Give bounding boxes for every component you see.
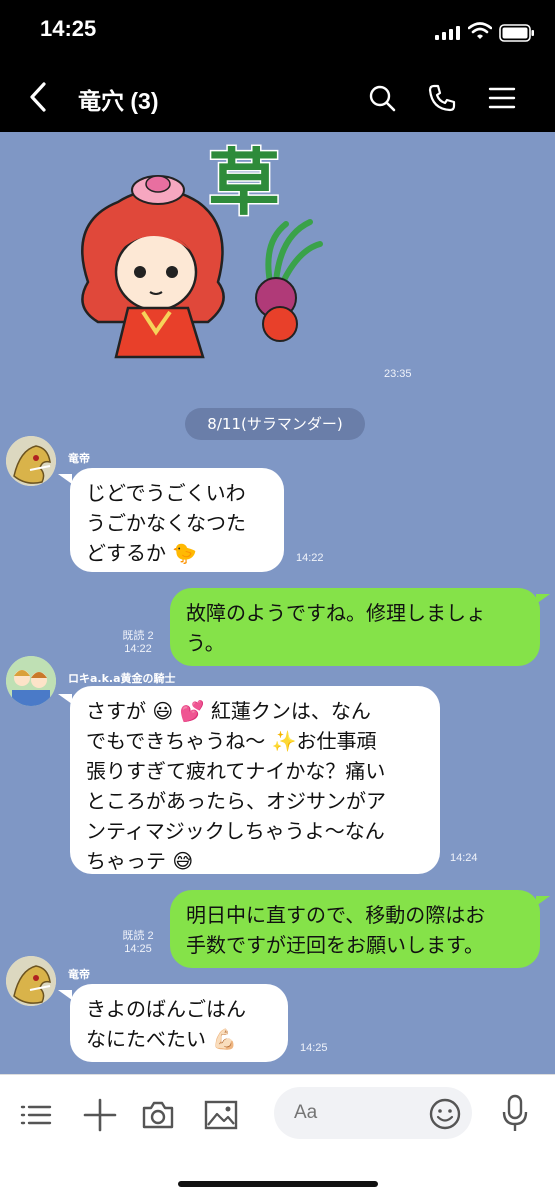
search-icon[interactable] [366, 82, 398, 114]
status-bar: 14:25 [0, 0, 555, 62]
sender-name: ロキa.k.a黄金の騎士 [68, 672, 176, 685]
emoji-icon[interactable] [428, 1097, 462, 1131]
input-bar [0, 1074, 555, 1200]
mic-icon[interactable] [500, 1093, 530, 1133]
phone-icon[interactable] [426, 82, 458, 114]
image-icon[interactable] [203, 1097, 239, 1133]
chat-area[interactable]: 草 23:35 8/11(サラマンダー) 竜帝 じどでうごくいわ うごかなくなつ… [0, 132, 555, 1074]
dragon-avatar-icon [6, 436, 56, 486]
message-time: 14:24 [450, 852, 478, 864]
message-bubble[interactable]: 故障のようですね。修理しましょ う。 [170, 588, 540, 666]
people-avatar-icon [6, 656, 56, 706]
battery-icon [499, 24, 534, 42]
wifi-icon [468, 22, 492, 39]
message-time: 14:22 [296, 552, 324, 564]
home-indicator [178, 1181, 378, 1187]
message-bubble[interactable]: 明日中に直すので、移動の際はお 手数ですが迂回をお願いします。 [170, 890, 540, 968]
camera-icon[interactable] [140, 1097, 176, 1133]
read-receipt: 既読 2 14:22 [122, 630, 154, 655]
avatar[interactable] [6, 656, 56, 706]
sender-name: 竜帝 [68, 452, 90, 465]
status-time: 14:25 [40, 16, 97, 41]
avatar[interactable] [6, 956, 56, 1006]
hamburger-icon[interactable] [486, 82, 518, 114]
sender-name: 竜帝 [68, 968, 90, 981]
message-time: 14:25 [300, 1042, 328, 1054]
date-separator: 8/11(サラマンダー) [185, 408, 365, 440]
chevron-left-icon[interactable] [24, 80, 54, 114]
avatar[interactable] [6, 436, 56, 486]
message-bubble[interactable]: きよのばんごはん なにたべたい 💪🏻 [70, 984, 288, 1062]
dragon-avatar-icon [6, 956, 56, 1006]
plus-icon[interactable] [82, 1097, 118, 1133]
message-bubble[interactable]: さすが 😃 💕 紅蓮クンは、なん でもできちゃうね〜 ✨お仕事頑 張りすぎて疲れ… [70, 686, 440, 874]
sticker-image[interactable]: 草 [58, 132, 328, 372]
message-bubble[interactable]: じどでうごくいわ うごかなくなつた どするか 🐤 [70, 468, 284, 572]
signal-icon [435, 26, 461, 40]
read-receipt: 既読 2 14:25 [122, 930, 154, 955]
chat-title: 竜穴 (3) [78, 88, 159, 114]
list-icon[interactable] [18, 1097, 54, 1133]
chat-header: 竜穴 (3) [0, 62, 555, 132]
message-time: 23:35 [384, 368, 412, 380]
sticker-text: 草 [208, 141, 280, 225]
